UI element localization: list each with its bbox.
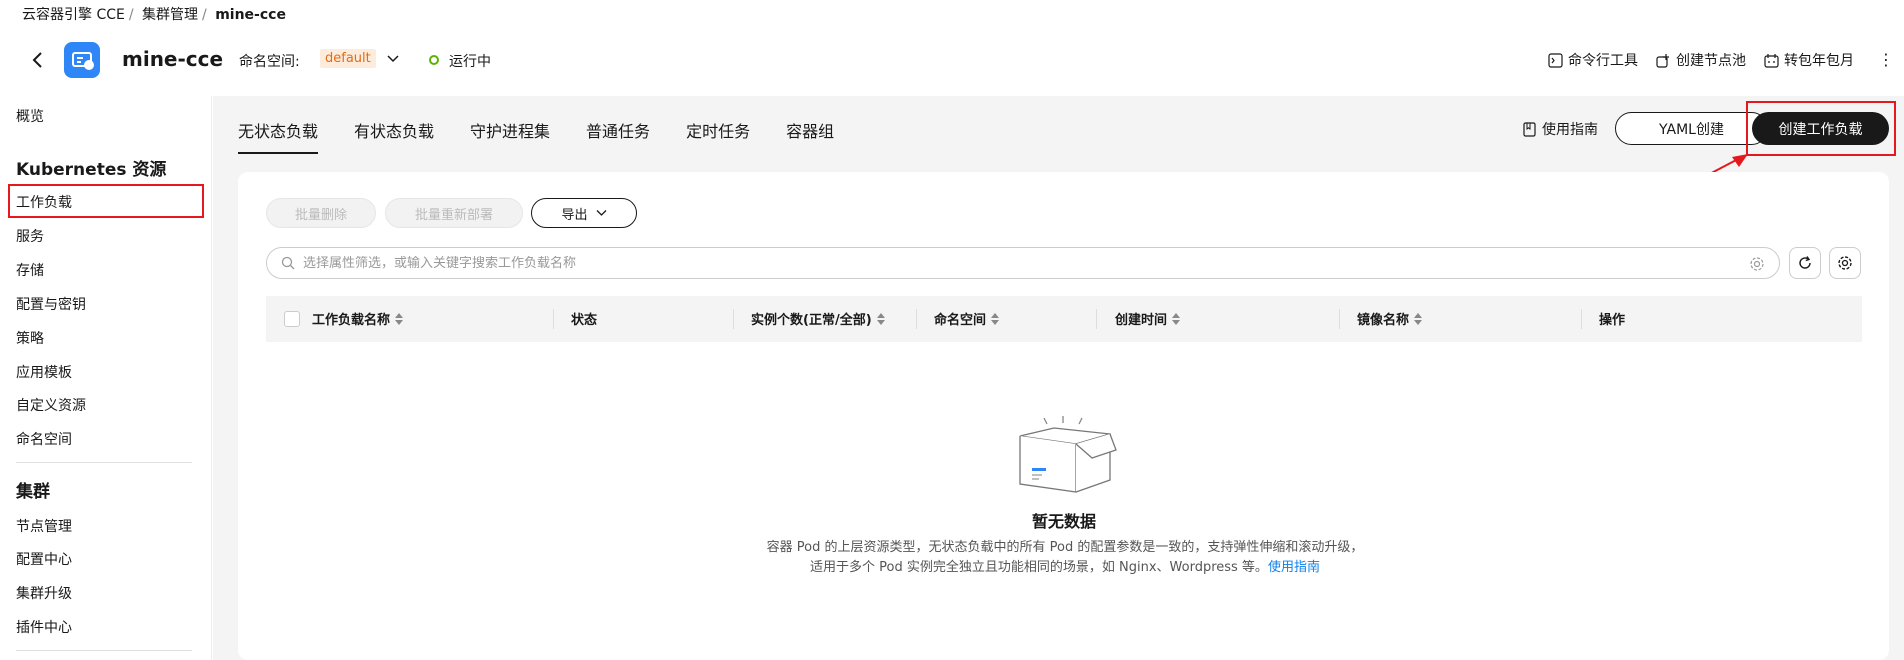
usage-guide-link[interactable]: 使用指南 (1523, 119, 1598, 139)
sidebar-group-kubernetes: Kubernetes 资源 (16, 160, 167, 180)
chevron-down-icon (596, 210, 606, 216)
batch-delete-button[interactable]: 批量删除 (266, 198, 376, 228)
column-header-name: 工作负载名称 (312, 309, 404, 328)
sidebar-divider (16, 650, 192, 651)
sidebar-item-cluster-upgrade[interactable]: 集群升级 (16, 583, 72, 603)
sidebar-item-app-template[interactable]: 应用模板 (16, 362, 72, 382)
highlight-box-create (1746, 101, 1896, 156)
select-all-checkbox[interactable] (284, 311, 300, 327)
column-header-operation: 操作 (1599, 313, 1626, 328)
more-icon[interactable]: ⋮ (1878, 50, 1894, 69)
sidebar-item-overview[interactable]: 概览 (16, 106, 44, 126)
sidebar-item-policy[interactable]: 策略 (16, 328, 44, 348)
refresh-icon (1799, 256, 1811, 269)
chevron-down-icon[interactable] (386, 52, 400, 66)
cli-tool-button[interactable]: 命令行工具 (1548, 50, 1638, 70)
status-dot-icon (429, 55, 439, 65)
batch-redeploy-button[interactable]: 批量重新部署 (385, 198, 523, 228)
tab-daemonset[interactable]: 守护进程集 (470, 118, 550, 154)
book-icon (1523, 121, 1536, 137)
breadcrumb-cce[interactable]: 云容器引擎 CCE (22, 7, 125, 23)
usage-guide-label: 使用指南 (1542, 122, 1598, 138)
sidebar-item-service[interactable]: 服务 (16, 226, 44, 246)
sort-icon[interactable] (876, 312, 886, 326)
sidebar-item-config-secret[interactable]: 配置与密钥 (16, 294, 86, 314)
sidebar-item-storage[interactable]: 存储 (16, 260, 44, 280)
cluster-name: mine-cce (122, 47, 224, 71)
export-label: 导出 (561, 207, 588, 223)
breadcrumb-current: mine-cce (215, 7, 286, 23)
terminal-icon (1548, 52, 1563, 68)
empty-state-desc-line2: 适用于多个 Pod 实例完全独立且功能相同的场景，如 Nginx、Wordpre… (810, 560, 1320, 575)
yearly-monthly-button[interactable]: 转包年包月 (1764, 50, 1854, 70)
breadcrumb-cluster-mgmt[interactable]: 集群管理 (142, 7, 198, 23)
table-settings-button[interactable] (1829, 247, 1861, 279)
sidebar-item-node-mgmt[interactable]: 节点管理 (16, 516, 72, 536)
workload-tabs: 无状态负载 有状态负载 守护进程集 普通任务 定时任务 容器组 (238, 118, 870, 154)
namespace-label: 命名空间: (239, 54, 300, 70)
gear-icon (1838, 256, 1852, 270)
empty-state-title: 暂无数据 (1032, 512, 1097, 531)
sidebar-group-cluster: 集群 (16, 482, 50, 502)
sort-icon[interactable] (1413, 312, 1423, 326)
namespace-selector[interactable]: default (320, 49, 376, 68)
table-header: 工作负载名称 状态 实例个数(正常/全部) 命名空间 创建时间 镜像名称 操作 (266, 296, 1862, 342)
sort-icon[interactable] (990, 312, 1000, 326)
cce-logo-icon (64, 42, 100, 78)
column-header-status: 状态 (571, 313, 598, 328)
sort-icon[interactable] (394, 312, 404, 326)
calendar-icon (1764, 53, 1779, 68)
nodepool-icon (1656, 53, 1669, 68)
sort-icon[interactable] (1171, 312, 1181, 326)
empty-state-desc-line1: 容器 Pod 的上层资源类型，无状态负载中的所有 Pod 的配置参数是一致的，支… (766, 540, 1364, 555)
sidebar-item-namespace[interactable]: 命名空间 (16, 429, 72, 449)
cli-tool-label: 命令行工具 (1568, 53, 1638, 69)
yearly-monthly-label: 转包年包月 (1784, 53, 1854, 69)
column-header-image: 镜像名称 (1357, 309, 1423, 328)
usage-guide-inline-link[interactable]: 使用指南 (1268, 560, 1320, 575)
tab-deployment[interactable]: 无状态负载 (238, 118, 319, 154)
tab-pod[interactable]: 容器组 (786, 118, 834, 154)
refresh-button[interactable] (1789, 247, 1821, 279)
back-arrow-icon[interactable] (28, 48, 48, 72)
column-header-namespace: 命名空间 (934, 309, 1000, 328)
sidebar-item-custom-resource[interactable]: 自定义资源 (16, 395, 86, 415)
column-header-instances: 实例个数(正常/全部) (751, 309, 886, 328)
empty-box-icon (1019, 416, 1117, 493)
tab-statefulset[interactable]: 有状态负载 (354, 118, 434, 154)
create-nodepool-button[interactable]: 创建节点池 (1656, 50, 1746, 70)
search-bar (266, 247, 1780, 279)
create-nodepool-label: 创建节点池 (1676, 53, 1746, 69)
sidebar-divider (16, 462, 192, 463)
tab-cronjob[interactable]: 定时任务 (686, 118, 750, 154)
column-header-created: 创建时间 (1115, 309, 1181, 328)
cluster-status: 运行中 (449, 54, 491, 70)
highlight-box-workload (8, 184, 204, 218)
breadcrumb: 云容器引擎 CCE / 集群管理 / mine-cce (22, 7, 286, 23)
sidebar-item-plugin-center[interactable]: 插件中心 (16, 617, 72, 637)
export-button[interactable]: 导出 (531, 198, 637, 228)
sidebar-item-config-center[interactable]: 配置中心 (16, 549, 72, 569)
search-icon (281, 256, 295, 270)
tab-job[interactable]: 普通任务 (586, 118, 650, 154)
search-input[interactable] (303, 255, 1779, 271)
settings-icon[interactable] (1749, 256, 1765, 272)
